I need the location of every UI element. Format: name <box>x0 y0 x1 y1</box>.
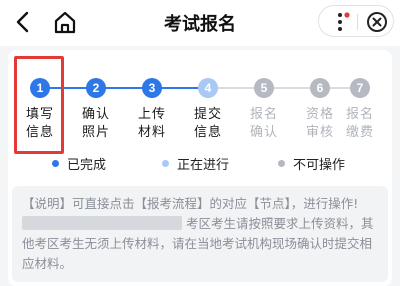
legend-todo: 不可操作 <box>278 154 345 173</box>
legend-label: 不可操作 <box>293 158 346 173</box>
step-number: 6 <box>310 78 330 98</box>
step-number: 7 <box>350 78 370 98</box>
step-label: 确认照片 <box>82 107 111 140</box>
step-submit-info[interactable]: 4 提交信息 <box>188 78 228 142</box>
step-qualification-review: 6 资格审核 <box>300 78 340 142</box>
notice-text-1: 【说明】可直接点击【报考流程】的对应【节点】，进行操作! <box>22 196 359 211</box>
capsule-divider <box>357 14 358 30</box>
step-number: 3 <box>142 78 162 98</box>
step-label: 提交信息 <box>194 107 223 140</box>
step-number: 5 <box>254 78 274 98</box>
notification-dot <box>344 12 350 18</box>
legend-dot-active <box>162 160 169 167</box>
progress-line-done <box>40 87 208 89</box>
step-number: 4 <box>198 78 218 98</box>
legend-label: 已完成 <box>67 158 107 173</box>
step-label: 资格审核 <box>306 107 335 140</box>
legend-dot-done <box>52 160 59 167</box>
more-dots-icon[interactable] <box>329 11 351 33</box>
registration-card: 1 填写信息 2 确认照片 3 上传材料 4 提交信息 5 报名确认 6 资格审… <box>8 50 392 286</box>
step-label: 上传材料 <box>138 107 167 140</box>
step-registration-confirm: 5 报名确认 <box>244 78 284 142</box>
step-upload-materials[interactable]: 3 上传材料 <box>132 78 172 142</box>
close-circle-icon[interactable] <box>365 10 389 34</box>
step-highlight-box <box>14 56 64 154</box>
step-label: 报名缴费 <box>346 107 375 140</box>
legend-active: 正在进行 <box>162 154 229 173</box>
instruction-notice: 【说明】可直接点击【报考流程】的对应【节点】，进行操作! 考区考生请按照要求上传… <box>12 186 388 282</box>
step-label: 报名确认 <box>250 107 279 140</box>
legend-label: 正在进行 <box>177 158 230 173</box>
top-nav-bar: 考试报名 <box>0 0 400 46</box>
legend-done: 已完成 <box>52 154 106 173</box>
status-legend: 已完成 正在进行 不可操作 <box>8 154 392 174</box>
step-confirm-photo[interactable]: 2 确认照片 <box>76 78 116 142</box>
redacted-region <box>22 216 182 230</box>
step-payment: 7 报名缴费 <box>340 78 380 142</box>
step-number: 2 <box>86 78 106 98</box>
legend-dot-todo <box>278 160 285 167</box>
mini-program-capsule <box>318 5 394 37</box>
